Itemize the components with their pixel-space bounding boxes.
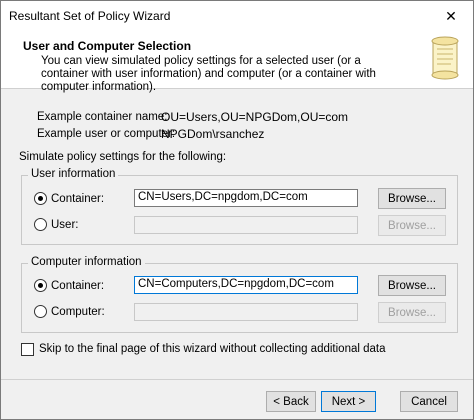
page-title: User and Computer Selection <box>23 39 192 53</box>
back-button[interactable]: < Back <box>266 391 316 412</box>
computer-container-radio[interactable] <box>34 279 47 292</box>
computer-radio-row[interactable]: Computer: <box>34 305 105 318</box>
page-description: You can view simulated policy settings f… <box>41 55 376 93</box>
user-information-group: User information Container: CN=Users,DC=… <box>21 168 458 245</box>
computer-container-input[interactable]: CN=Computers,DC=npgdom,DC=com <box>134 276 358 294</box>
wizard-window: Resultant Set of Policy Wizard ✕ User an… <box>0 0 474 420</box>
example-user-value: NPGDom\rsanchez <box>161 127 265 141</box>
example-container-value: OU=Users,OU=NPGDom,OU=com <box>161 110 349 124</box>
user-container-label: Container: <box>51 192 105 205</box>
computer-radio[interactable] <box>34 305 47 318</box>
skip-label: Skip to the final page of this wizard wi… <box>39 343 386 355</box>
skip-checkbox[interactable] <box>21 343 34 356</box>
close-icon[interactable]: ✕ <box>429 1 473 31</box>
user-container-browse-button[interactable]: Browse... <box>378 188 446 209</box>
example-container-label: Example container name: <box>37 111 168 123</box>
computer-information-title: Computer information <box>28 256 145 268</box>
user-container-radio[interactable] <box>34 192 47 205</box>
simulate-label: Simulate policy settings for the followi… <box>19 151 227 163</box>
window-title: Resultant Set of Policy Wizard <box>9 9 171 23</box>
cancel-button[interactable]: Cancel <box>400 391 458 412</box>
computer-container-radio-row[interactable]: Container: <box>34 279 104 292</box>
user-container-radio-row[interactable]: Container: <box>34 192 104 205</box>
computer-container-label: Container: <box>51 279 105 292</box>
user-information-title: User information <box>28 168 119 180</box>
computer-browse-button[interactable]: Browse... <box>378 302 446 323</box>
scroll-icon <box>431 36 459 80</box>
next-button[interactable]: Next > <box>321 391 376 412</box>
computer-container-browse-button[interactable]: Browse... <box>378 275 446 296</box>
computer-information-group: Computer information Container: CN=Compu… <box>21 256 458 333</box>
user-label: User: <box>51 218 79 231</box>
footer-divider <box>1 379 473 380</box>
computer-input[interactable] <box>134 303 358 321</box>
title-bar: Resultant Set of Policy Wizard ✕ <box>1 1 473 31</box>
user-radio[interactable] <box>34 218 47 231</box>
user-browse-button[interactable]: Browse... <box>378 215 446 236</box>
example-user-label: Example user or computer: <box>37 128 176 140</box>
user-container-input[interactable]: CN=Users,DC=npgdom,DC=com <box>134 189 358 207</box>
computer-label: Computer: <box>51 305 105 318</box>
user-radio-row[interactable]: User: <box>34 218 78 231</box>
wizard-header: User and Computer Selection You can view… <box>1 31 473 93</box>
user-input[interactable] <box>134 216 358 234</box>
